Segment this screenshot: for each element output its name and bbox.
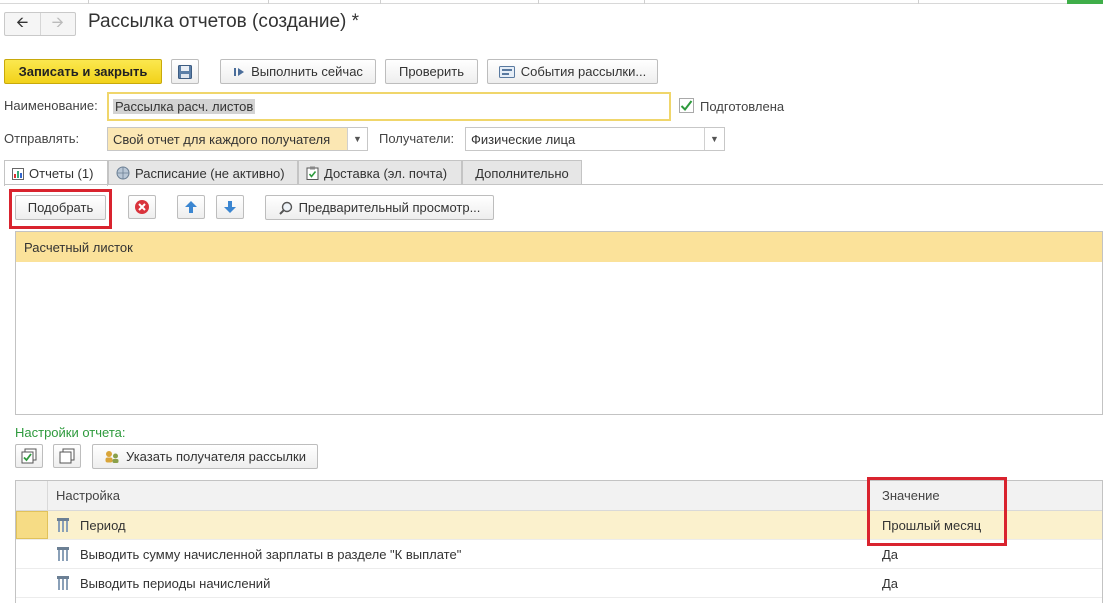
active-window-marker	[1067, 0, 1103, 4]
setting-parameter-icon	[57, 518, 69, 532]
report-icon	[12, 167, 24, 180]
recipient-icon	[105, 450, 119, 463]
magnifier-icon	[278, 201, 292, 215]
recipients-select[interactable]: Физические лица ▼	[465, 127, 725, 151]
setting-value[interactable]: Да	[874, 576, 898, 591]
send-mode-value: Свой отчет для каждого получателя	[108, 128, 347, 150]
check-all-button[interactable]	[15, 444, 43, 468]
tab-additional[interactable]: Дополнительно	[462, 160, 582, 185]
tab-schedule[interactable]: Расписание (не активно)	[108, 160, 298, 185]
clipboard-icon	[306, 166, 319, 180]
uncheck-all-button[interactable]	[53, 444, 81, 468]
value-highlight-box	[867, 477, 1007, 546]
move-down-button[interactable]	[216, 195, 244, 219]
setting-parameter-icon	[57, 576, 69, 590]
run-icon	[234, 67, 245, 76]
page-title: Рассылка отчетов (создание) *	[88, 11, 360, 32]
preview-label: Предварительный просмотр...	[298, 200, 481, 215]
arrow-down-icon	[224, 201, 236, 213]
tab-schedule-label: Расписание (не активно)	[135, 165, 285, 181]
chevron-down-icon[interactable]: ▼	[347, 128, 367, 150]
prepared-label: Подготовлена	[700, 99, 785, 114]
set-recipient-label: Указать получателя рассылки	[126, 449, 306, 464]
recipients-label: Получатели:	[379, 131, 455, 146]
mailing-events-label: События рассылки...	[520, 64, 647, 79]
setting-parameter-icon	[57, 547, 69, 561]
preview-button[interactable]: Предварительный просмотр...	[265, 195, 494, 220]
name-value: Рассылка расч. листов	[113, 99, 256, 114]
run-now-button[interactable]: Выполнить сейчас	[220, 59, 376, 84]
tab-delivery[interactable]: Доставка (эл. почта)	[298, 160, 462, 185]
recipients-value: Физические лица	[471, 131, 576, 147]
save-button[interactable]	[171, 59, 199, 84]
forward-arrow-icon[interactable]: 🡪	[41, 13, 76, 35]
tab-additional-label: Дополнительно	[475, 165, 569, 181]
tab-divider	[4, 184, 1103, 185]
delete-button[interactable]	[128, 195, 156, 219]
setting-name: Период	[80, 517, 126, 533]
send-mode-select[interactable]: Свой отчет для каждого получателя ▼	[107, 127, 368, 151]
events-log-icon	[498, 65, 515, 78]
table-row[interactable]: Выводить периоды начислений Да	[16, 569, 1102, 598]
run-now-label: Выполнить сейчас	[251, 64, 363, 79]
name-label: Наименование:	[4, 98, 98, 113]
mailing-events-button[interactable]: События рассылки...	[487, 59, 658, 84]
tab-reports-label: Отчеты (1)	[29, 166, 94, 181]
list-item[interactable]: Расчетный листок	[16, 232, 1102, 262]
arrow-up-icon	[185, 201, 197, 213]
check-button[interactable]: Проверить	[385, 59, 478, 84]
pick-button[interactable]: Подобрать	[15, 195, 106, 220]
column-header-setting[interactable]: Настройка	[48, 481, 874, 510]
checkmark-icon	[680, 100, 693, 112]
globe-icon	[116, 166, 130, 180]
setting-value[interactable]: Да	[874, 547, 898, 562]
move-up-button[interactable]	[177, 195, 205, 219]
chevron-down-icon[interactable]: ▼	[704, 128, 724, 150]
report-settings-label: Настройки отчета:	[15, 425, 126, 440]
name-input[interactable]: Рассылка расч. листов	[107, 92, 671, 121]
prepared-checkbox[interactable]	[679, 98, 694, 113]
tab-delivery-label: Доставка (эл. почта)	[324, 165, 448, 181]
save-and-close-button[interactable]: Записать и закрыть	[4, 59, 162, 84]
setting-name: Выводить периоды начислений	[80, 575, 271, 591]
uncheck-all-icon	[59, 448, 75, 464]
floppy-disk-icon	[178, 64, 192, 79]
window-top-strip	[0, 0, 1103, 4]
tab-reports[interactable]: Отчеты (1)	[4, 160, 108, 186]
reports-list: Расчетный листок	[15, 231, 1103, 415]
set-recipient-button[interactable]: Указать получателя рассылки	[92, 444, 318, 469]
check-all-icon	[21, 448, 37, 464]
navigation-buttons: 🡨 🡪	[4, 12, 76, 36]
send-label: Отправлять:	[4, 131, 80, 146]
delete-icon	[135, 200, 149, 214]
back-arrow-icon[interactable]: 🡨	[5, 13, 41, 35]
setting-name: Выводить сумму начисленной зарплаты в ра…	[80, 546, 462, 562]
